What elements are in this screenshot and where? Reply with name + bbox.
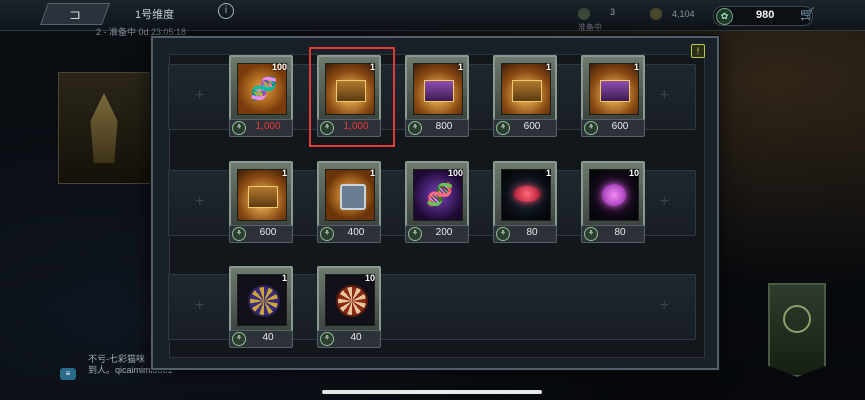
item-quantity: 1 [633,62,639,72]
price-value: 1,000 [255,121,281,132]
currency-value: 980 [756,9,775,21]
treasure-chest-icon [501,63,551,115]
price-value: 200 [435,227,453,238]
ship-card[interactable] [58,72,152,184]
shop-item[interactable]: 1 ⚘ 40 [229,266,293,348]
price-value: 600 [259,227,277,238]
plus-icon: + [195,87,205,104]
price-value: 800 [435,121,453,132]
shop-item[interactable]: 1 ⚘ 80 [493,161,557,243]
price-value: 80 [614,227,626,238]
item-quantity: 10 [628,168,639,178]
price-value: 40 [350,332,362,343]
resource-value-1: 3 [610,7,616,17]
shop-item[interactable]: 10 ⚘ 40 [317,266,381,348]
item-quantity: 1 [281,273,287,283]
price-value: 400 [347,227,365,238]
coin-icon: ⚘ [232,227,246,241]
resource-icon-2 [650,8,662,20]
treasure-chest-icon [413,63,463,115]
home-indicator[interactable] [322,390,542,394]
chip-icon [237,274,287,326]
back-button[interactable]: ⊐ [39,3,111,25]
price-value: 40 [262,332,274,343]
coin-icon: ⚘ [496,227,510,241]
price-tag: ⚘ 400 [317,225,381,243]
price-tag: ⚘ 40 [317,330,381,348]
shop-item[interactable]: 1 ⚘ 400 [317,161,381,243]
item-quantity: 1 [545,62,551,72]
coin-icon: ⚘ [584,121,598,135]
info-icon[interactable]: i [218,3,234,19]
coin-icon: ⚘ [320,332,334,346]
resource-icon-1 [578,8,590,20]
coin-icon: ⚘ [408,227,422,241]
price-value: 600 [523,121,541,132]
shop-item[interactable]: 10 ⚘ 80 [581,161,645,243]
price-value: 600 [611,121,629,132]
lock-box-icon [325,169,375,221]
item-quantity: 1 [457,62,463,72]
treasure-chest-icon [589,63,639,115]
coin-icon: ⚘ [408,121,422,135]
emblem-banner[interactable] [768,283,826,377]
shop-item[interactable]: 1 ⚘ 800 [405,55,469,137]
capsule-icon [501,169,551,221]
price-tag: ⚘ 1,000 [229,119,293,137]
price-tag: ⚘ 80 [581,225,645,243]
treasure-chest-icon [237,169,287,221]
selection-highlight [309,47,395,147]
price-tag: ⚘ 80 [493,225,557,243]
coin-icon: ⚘ [496,121,510,135]
plus-icon: + [195,297,205,314]
shop-item[interactable]: 100 ⚘ 200 [405,161,469,243]
price-tag: ⚘ 600 [581,119,645,137]
chat-icon[interactable]: ≡ [60,368,76,380]
coin-icon: ⚘ [232,332,246,346]
shop-item[interactable]: 1 ⚘ 600 [229,161,293,243]
shop-item[interactable]: 100 ⚘ 1,000 [229,55,293,137]
coin-icon: ⚘ [232,121,246,135]
resource-status: 准备中 [578,23,602,32]
item-quantity: 1 [281,168,287,178]
price-tag: ⚘ 40 [229,330,293,348]
dimension-title: 1号维度 [135,9,175,21]
item-quantity: 100 [447,168,463,178]
gold-coin-icon: ✿ [716,8,733,25]
coin-icon: ⚘ [320,227,334,241]
plus-icon: + [659,87,669,104]
cart-icon[interactable]: 🛒 [800,7,815,21]
shop-item[interactable]: 1 ⚘ 600 [493,55,557,137]
alert-icon[interactable]: ! [691,44,705,58]
price-value: 80 [526,227,538,238]
price-tag: ⚘ 600 [493,119,557,137]
coin-icon: ⚘ [584,227,598,241]
price-tag: ⚘ 600 [229,225,293,243]
item-quantity: 1 [545,168,551,178]
currency-display: ✿ 980 [713,6,813,26]
price-tag: ⚘ 200 [405,225,469,243]
item-quantity: 10 [364,273,375,283]
shop-item[interactable]: 1 ⚘ 600 [581,55,645,137]
resource-value-2: 4,104 [672,9,695,19]
item-quantity: 100 [271,62,287,72]
plus-icon: + [195,193,205,210]
plus-icon: + [659,297,669,314]
price-tag: ⚘ 800 [405,119,469,137]
plus-icon: + [659,193,669,210]
item-quantity: 1 [369,168,375,178]
